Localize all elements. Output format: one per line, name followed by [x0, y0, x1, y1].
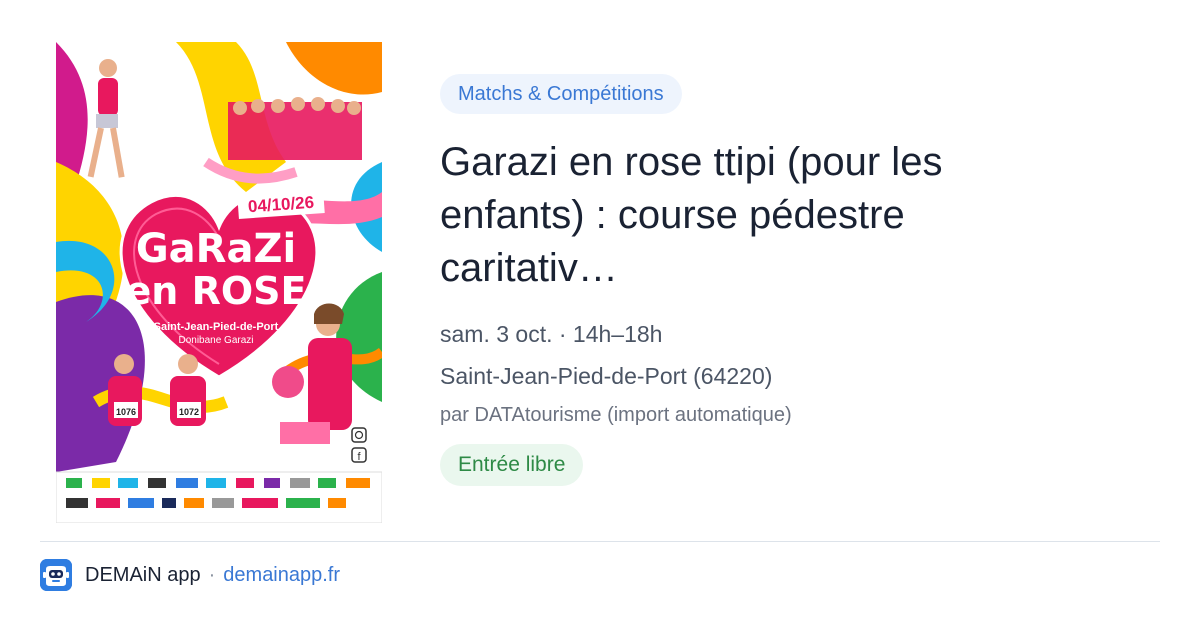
poster-place: Saint-Jean-Pied-de-Port: [154, 321, 279, 333]
poster-place-basque: Donibane Garazi: [178, 335, 253, 346]
event-location: Saint-Jean-Pied-de-Port (64220): [440, 363, 773, 389]
category-chip[interactable]: Matchs & Compétitions: [440, 74, 682, 114]
event-source: par DATAtourisme (import automatique): [440, 404, 792, 426]
robot-face-icon[interactable]: [40, 559, 72, 591]
app-url-link[interactable]: demainapp.fr: [223, 564, 340, 587]
price-badge: Entrée libre: [440, 444, 584, 486]
poster-title-line1: GaRaZi: [136, 226, 296, 272]
footer-divider: [40, 541, 1160, 542]
event-info: Matchs & Compétitions Garazi en rose tti…: [440, 74, 1140, 486]
group-photo: [228, 97, 362, 160]
poster-title-line2: en ROSE: [126, 269, 307, 313]
footer-separator: ·: [208, 563, 216, 586]
bib-number-2: 1072: [179, 407, 199, 417]
poster-artwork: 04/10/26 GaRaZi en ROSE Saint-Jean-Pied-…: [56, 42, 382, 523]
footer: DEMAiN app · demainapp.fr: [40, 558, 340, 592]
event-title[interactable]: Garazi en rose ttipi (pour les enfants) …: [440, 136, 1040, 295]
event-poster-image[interactable]: 04/10/26 GaRaZi en ROSE Saint-Jean-Pied-…: [56, 42, 382, 523]
event-date-time: sam. 3 oct. · 14h–18h: [440, 321, 663, 347]
bib-number-1: 1076: [116, 407, 136, 417]
app-name: DEMAiN app: [85, 563, 201, 586]
